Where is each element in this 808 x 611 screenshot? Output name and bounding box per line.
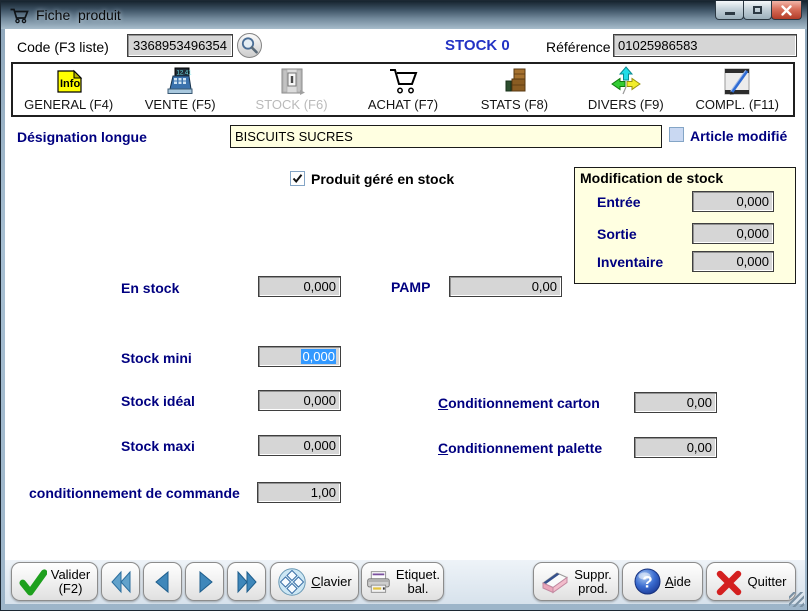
reference-input[interactable]: 01025986583 <box>613 34 797 57</box>
code-input[interactable]: 3368953496354 <box>127 34 233 57</box>
red-x-icon <box>715 568 743 596</box>
pamp-label: PAMP <box>391 279 430 295</box>
en-stock-input[interactable]: 0,000 <box>258 276 341 297</box>
stock-ideal-input[interactable]: 0,000 <box>258 390 341 411</box>
stock-maxi-input[interactable]: 0,000 <box>258 435 341 456</box>
produit-gere-label: Produit géré en stock <box>311 171 454 187</box>
cond-palette-input[interactable]: 0,00 <box>634 437 717 458</box>
check-icon <box>292 173 303 184</box>
stock-indicator: STOCK 0 <box>445 37 510 54</box>
sortie-label: Sortie <box>597 226 637 242</box>
search-icon <box>239 35 260 56</box>
printer-icon <box>365 569 392 595</box>
shopping-cart-icon <box>386 64 420 97</box>
stock-maxi-label: Stock maxi <box>121 438 195 454</box>
cond-commande-label: conditionnement de commande <box>29 485 240 501</box>
cash-register-icon: 12.41 <box>164 64 196 97</box>
entree-label: Entrée <box>597 194 641 210</box>
crates-icon <box>498 64 530 97</box>
minimize-icon <box>725 12 735 15</box>
cond-carton-label: Conditionnement carton <box>438 395 600 411</box>
previous-record-button[interactable] <box>143 562 182 601</box>
code-label: Code (F3 liste) <box>17 39 109 55</box>
pamp-input[interactable]: 0,00 <box>449 276 562 297</box>
cond-palette-label: Conditionnement palette <box>438 440 602 456</box>
left-arrow-icon <box>151 570 175 594</box>
article-modifie-checkbox[interactable] <box>669 127 684 142</box>
sortie-input[interactable]: 0,000 <box>692 223 774 244</box>
double-right-arrow-icon <box>235 570 259 594</box>
tab-divers[interactable]: DIVERS (F9) <box>570 64 681 115</box>
keyboard-keys-icon <box>277 567 307 597</box>
en-stock-label: En stock <box>121 280 179 296</box>
minimize-button[interactable] <box>715 1 744 20</box>
double-left-arrow-icon <box>109 570 133 594</box>
designation-input[interactable]: BISCUITS SUCRES <box>230 125 662 148</box>
tab-compl[interactable]: COMPL. (F11) <box>682 64 793 115</box>
designation-label: Désignation longue <box>17 129 147 145</box>
warehouse-icon <box>276 64 308 97</box>
svg-text:Info: Info <box>60 78 80 90</box>
cond-carton-input[interactable]: 0,00 <box>634 392 717 413</box>
search-button[interactable] <box>237 33 262 58</box>
fiche-produit-window: Fiche produit Code (F3 liste) 3368953496… <box>0 0 808 611</box>
valider-button[interactable]: Valider(F2) <box>11 562 98 601</box>
colored-arrows-icon <box>609 64 643 97</box>
aide-button[interactable]: ? Aide <box>622 562 703 601</box>
close-icon <box>781 5 792 16</box>
produit-gere-checkbox[interactable] <box>290 171 305 186</box>
stock-ideal-label: Stock idéal <box>121 393 195 409</box>
svg-text:?: ? <box>642 573 652 592</box>
stock-mini-label: Stock mini <box>121 350 192 366</box>
window-title: Fiche produit <box>36 7 121 23</box>
supprimer-produit-button[interactable]: Suppr.prod. <box>533 562 619 601</box>
tab-vente[interactable]: 12.41 VENTE (F5) <box>124 64 235 115</box>
window-controls <box>716 1 802 20</box>
inventaire-input[interactable]: 0,000 <box>692 251 774 272</box>
tab-general[interactable]: Info GENERAL (F4) <box>13 64 124 115</box>
maximize-button[interactable] <box>743 1 772 20</box>
tab-bar: Info GENERAL (F4) 12.41 VENTE (F5) <box>11 62 795 117</box>
clavier-button[interactable]: Clavier <box>270 562 359 601</box>
quitter-button[interactable]: Quitter <box>706 562 796 601</box>
modification-stock-title: Modification de stock <box>580 170 723 186</box>
next-record-button[interactable] <box>185 562 224 601</box>
last-record-button[interactable] <box>227 562 266 601</box>
tab-stock[interactable]: STOCK (F6) <box>236 64 347 115</box>
inventaire-label: Inventaire <box>597 254 663 270</box>
article-modifie-label: Article modifié <box>690 128 787 144</box>
etiquette-balance-button[interactable]: Etiquet.bal. <box>361 562 444 601</box>
modification-stock-panel: Modification de stock Entrée 0,000 Sorti… <box>574 167 796 284</box>
cond-commande-input[interactable]: 1,00 <box>257 482 341 503</box>
help-question-icon: ? <box>634 568 661 595</box>
maximize-icon <box>753 6 762 14</box>
window-cart-icon <box>9 7 29 24</box>
right-arrow-icon <box>193 570 217 594</box>
info-note-icon: Info <box>54 64 84 97</box>
first-record-button[interactable] <box>101 562 140 601</box>
eraser-icon <box>540 569 570 595</box>
green-check-icon <box>19 568 47 596</box>
titlebar[interactable]: Fiche produit <box>1 1 807 29</box>
entree-input[interactable]: 0,000 <box>692 191 774 212</box>
pen-document-icon <box>721 64 753 97</box>
stock-mini-input[interactable]: 0,000 <box>258 346 341 367</box>
close-button[interactable] <box>771 1 802 20</box>
tab-achat[interactable]: ACHAT (F7) <box>347 64 458 115</box>
reference-label: Référence <box>546 39 611 55</box>
resize-grip[interactable] <box>789 592 804 607</box>
tab-stats[interactable]: STATS (F8) <box>459 64 570 115</box>
